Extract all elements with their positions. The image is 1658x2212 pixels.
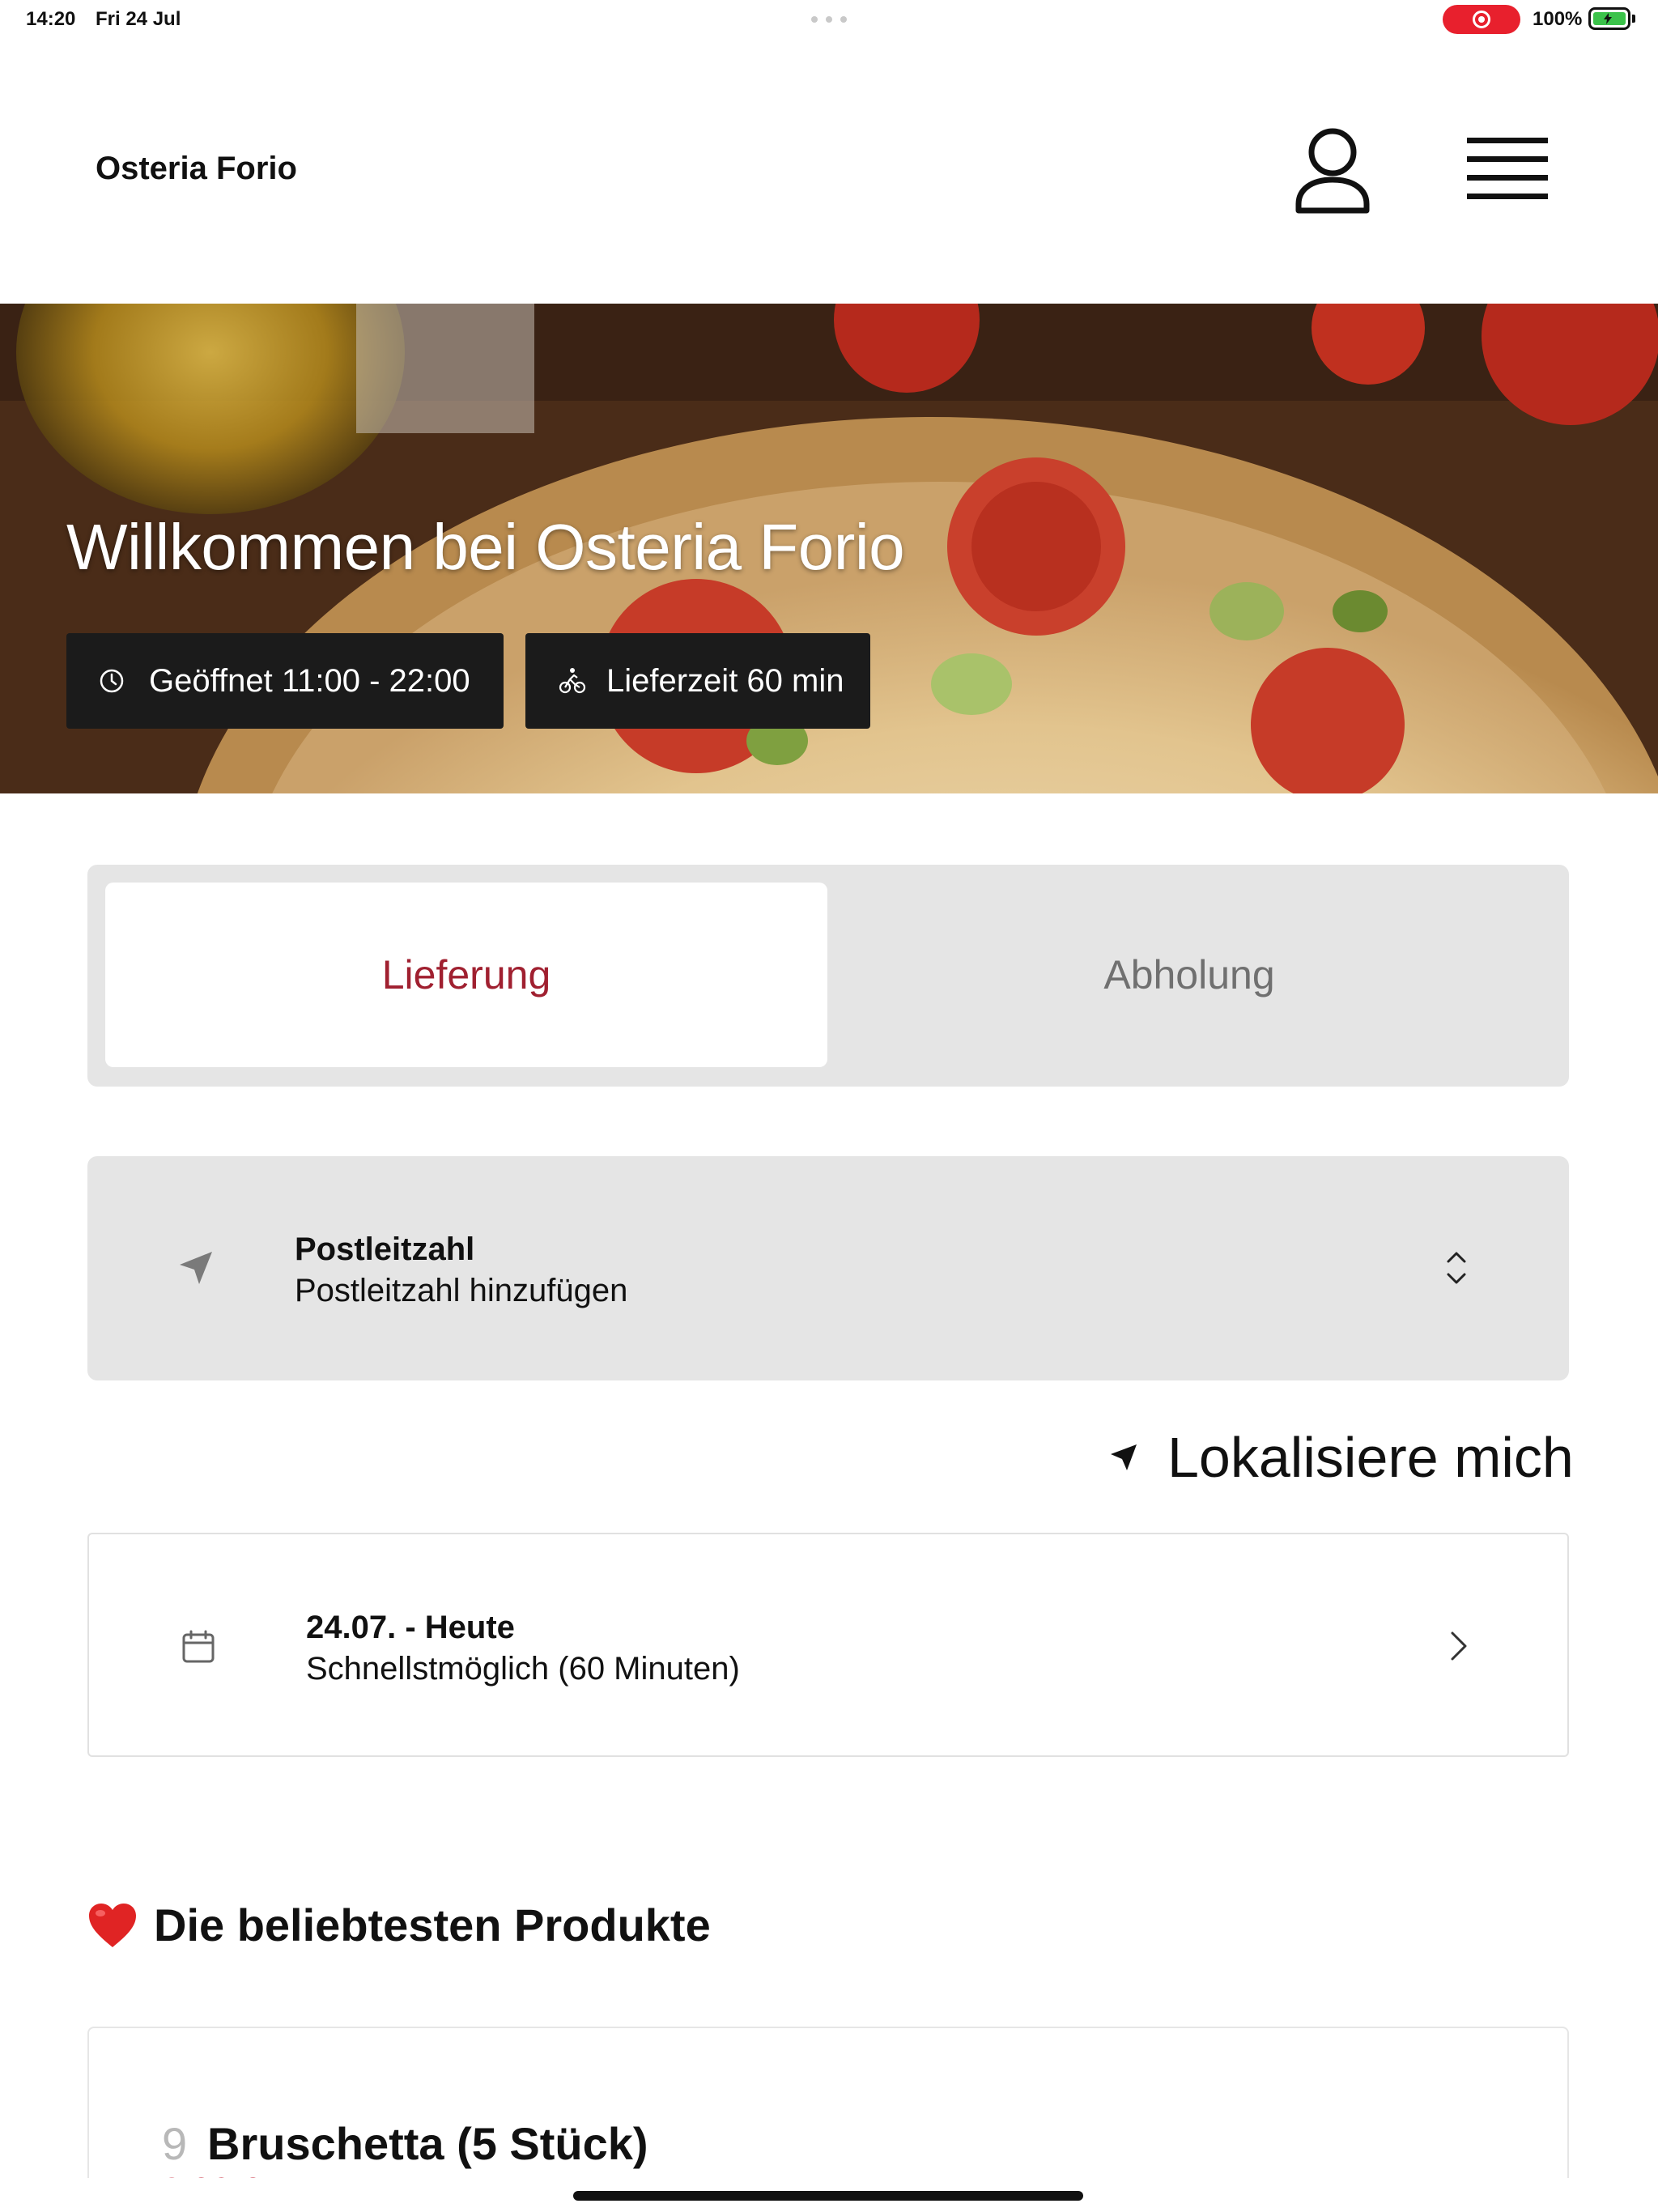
delivery-time-badge: Lieferzeit 60 min [525,633,870,729]
locate-me-button[interactable]: Lokalisiere mich [1109,1425,1574,1490]
postal-code-selector[interactable]: Postleitzahl Postleitzahl hinzufügen [87,1156,1569,1380]
battery-percentage: 100% [1533,8,1583,30]
chevron-right-icon [1451,1631,1467,1661]
battery-icon [1588,7,1630,30]
user-icon [1295,128,1370,214]
product-name: Bruschetta (5 Stück) [207,2118,648,2169]
app-title[interactable]: Osteria Forio [96,151,297,187]
status-bar: 14:20 Fri 24 Jul 100% [0,0,1658,39]
hero-title: Willkommen bei Osteria Forio [66,511,905,583]
battery-cap [1632,15,1635,23]
opening-hours-badge: Geöffnet 11:00 - 22:00 [66,633,504,729]
delivery-date-title: 24.07. - Heute [306,1610,515,1645]
popular-products-heading: Die beliebtesten Produkte [87,1899,711,1951]
clock-icon [100,669,124,693]
heart-icon [89,1903,136,1947]
status-date: Fri 24 Jul [96,8,181,30]
postal-code-label: Postleitzahl [295,1231,475,1267]
delivery-time-text: Lieferzeit 60 min [606,662,844,699]
order-mode-toggle: Lieferung Abholung [87,865,1569,1087]
screen-recording-indicator[interactable] [1443,5,1520,34]
opening-hours-text: Geöffnet 11:00 - 22:00 [149,662,470,699]
calendar-icon [182,1630,215,1663]
delivery-date-selector[interactable]: 24.07. - Heute Schnellstmöglich (60 Minu… [87,1533,1569,1757]
multitasking-dots-icon[interactable] [811,16,847,23]
chevron-up-down-icon [1447,1252,1466,1284]
status-time: 14:20 [26,8,76,30]
product-number: 9 [162,2118,188,2169]
bicycle-icon [559,668,586,694]
hero-banner: Willkommen bei Osteria Forio Geöffnet 11… [0,304,1658,793]
record-icon [1473,11,1490,28]
popular-products-title: Die beliebtesten Produkte [154,1899,711,1950]
tab-pickup[interactable]: Abholung [827,883,1551,1067]
location-arrow-icon [180,1252,212,1284]
tab-delivery[interactable]: Lieferung [105,883,827,1067]
locate-me-label: Lokalisiere mich [1167,1426,1574,1489]
location-arrow-icon [1111,1444,1137,1470]
delivery-date-subtitle: Schnellstmöglich (60 Minuten) [306,1651,740,1687]
menu-button[interactable] [1467,138,1548,206]
user-account-button[interactable] [1292,126,1373,217]
postal-code-placeholder: Postleitzahl hinzufügen [295,1273,628,1308]
hamburger-menu-icon [1467,138,1548,199]
home-indicator[interactable] [573,2191,1083,2201]
